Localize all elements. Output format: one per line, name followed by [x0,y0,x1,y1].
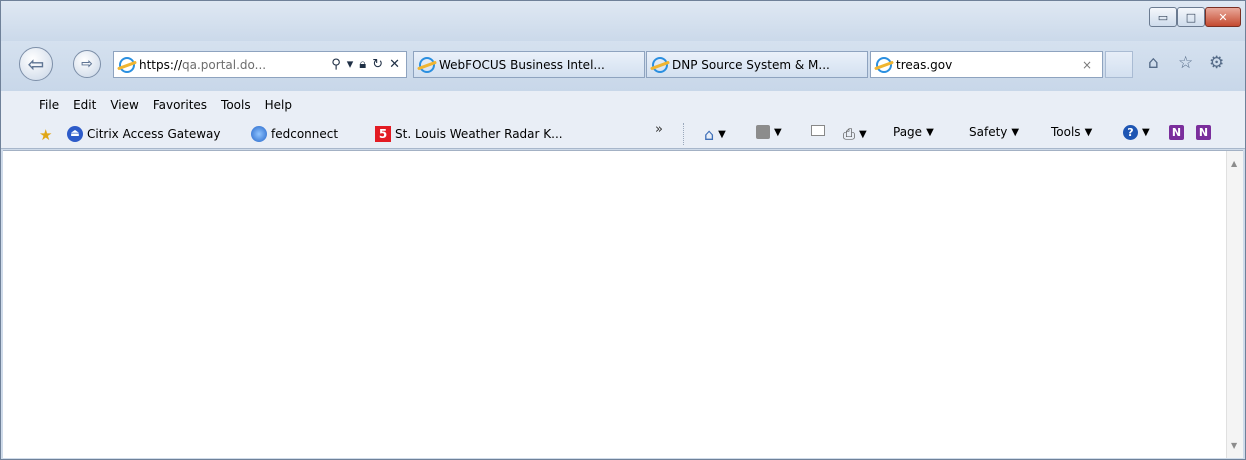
mail-icon [811,125,825,136]
favorites-overflow-button[interactable]: » [655,122,663,137]
menu-file[interactable]: File [39,98,59,112]
tab-dnp-source[interactable]: DNP Source System & M... [646,51,868,78]
arrow-left-icon: ⇦ [27,52,45,76]
lock-icon[interactable]: 🔒︎ [359,57,366,72]
feeds-dropdown[interactable]: ▼ [756,125,782,139]
menu-edit[interactable]: Edit [73,98,96,112]
favorite-citrix[interactable]: ⏏ Citrix Access Gateway [67,126,221,142]
tab-label: treas.gov [896,57,953,72]
home-icon: ⌂ [704,125,715,144]
refresh-icon[interactable]: ↻ [372,57,383,72]
ie-page-icon [652,56,668,73]
favorites-star-icon: ★ [39,126,53,144]
favorite-weather-radar[interactable]: 5 St. Louis Weather Radar K... [375,126,563,142]
help-dropdown[interactable]: ? ▼ [1123,125,1150,140]
onenote-send-button[interactable]: N [1169,125,1184,140]
favorites-bar: ★ ⏏ Citrix Access Gateway fedconnect 5 S… [1,119,1245,149]
navigation-bar: ⇦ ⇨ https://qa.portal.do... ⚲ ▾ 🔒︎ ↻ ✕ W… [1,41,1245,91]
dropdown-icon[interactable]: ▾ [347,57,354,72]
favorite-label: St. Louis Weather Radar K... [395,127,563,141]
chevron-down-icon: ▼ [718,129,726,140]
favorite-fedconnect[interactable]: fedconnect [251,126,338,142]
print-icon: ⎙ [843,125,856,143]
close-button[interactable]: ✕ [1205,7,1241,27]
toolbar-divider [683,123,684,145]
tools-menu[interactable]: Tools ▼ [1051,125,1092,139]
tools-menu-label: Tools [1051,125,1081,139]
menu-tools[interactable]: Tools [221,98,251,112]
tab-label: DNP Source System & M... [672,57,830,72]
read-mail-button[interactable] [811,125,825,136]
safety-menu[interactable]: Safety ▼ [969,125,1019,139]
chevron-down-icon: ▼ [774,126,782,138]
back-button[interactable]: ⇦ [19,47,53,81]
address-tools: ⚲ ▾ 🔒︎ ↻ ✕ [331,57,406,72]
ksdk-icon: 5 [375,126,391,142]
rss-icon [756,125,770,139]
chevron-down-icon: ▼ [1011,126,1020,138]
tab-webfocus[interactable]: WebFOCUS Business Intel... [413,51,645,78]
page-content[interactable]: ▲ ▼ [3,150,1243,458]
home-icon[interactable]: ⌂ [1148,53,1159,73]
minimize-button[interactable]: ▭ [1149,7,1177,27]
scroll-down-icon[interactable]: ▼ [1231,441,1237,450]
browser-window: ▭ □ ✕ ⇦ ⇨ https://qa.portal.do... ⚲ ▾ 🔒︎… [0,0,1246,460]
arrow-right-icon: ⇨ [81,56,93,72]
chevron-down-icon: ▼ [859,128,867,140]
ie-page-icon [876,56,892,73]
page-menu[interactable]: Page ▼ [893,125,934,139]
onenote-linked-icon: N [1196,125,1211,140]
menu-view[interactable]: View [110,98,138,112]
print-dropdown[interactable]: ⎙ ▼ [843,125,867,143]
address-bar[interactable]: https://qa.portal.do... ⚲ ▾ 🔒︎ ↻ ✕ [113,51,407,78]
fedconnect-icon [251,126,267,142]
address-url[interactable]: https://qa.portal.do... [139,58,266,72]
scroll-up-icon[interactable]: ▲ [1231,159,1237,168]
title-bar: ▭ □ ✕ [1,1,1245,41]
close-tab-icon[interactable]: × [1082,58,1092,72]
home-dropdown[interactable]: ⌂ ▼ [704,125,726,144]
menu-bar: File Edit View Favorites Tools Help [1,91,1245,119]
stop-icon[interactable]: ✕ [389,57,400,72]
new-tab-button[interactable] [1105,51,1133,78]
maximize-button[interactable]: □ [1177,7,1205,27]
gear-icon[interactable]: ⚙ [1209,53,1224,73]
menu-help[interactable]: Help [265,98,292,112]
search-icon[interactable]: ⚲ [331,57,341,72]
vertical-scrollbar[interactable]: ▲ ▼ [1226,151,1243,458]
onenote-linked-button[interactable]: N [1196,125,1211,140]
ie-page-icon [419,56,435,73]
favorites-button[interactable]: ★ [39,126,61,144]
favorite-label: fedconnect [271,127,339,141]
chevron-down-icon: ▼ [926,126,934,138]
ie-page-icon [119,56,135,73]
onenote-icon: N [1169,125,1184,140]
menu-favorites[interactable]: Favorites [153,98,207,112]
tab-treas-gov[interactable]: treas.gov × [870,51,1103,78]
tab-label: WebFOCUS Business Intel... [439,57,605,72]
safety-menu-label: Safety [969,125,1008,139]
help-icon: ? [1123,125,1138,140]
page-menu-label: Page [893,125,923,139]
star-icon[interactable]: ☆ [1178,53,1193,73]
forward-button[interactable]: ⇨ [73,50,101,78]
favorite-label: Citrix Access Gateway [87,127,221,141]
chevron-down-icon: ▼ [1142,127,1150,138]
chevron-down-icon: ▼ [1084,126,1093,138]
citrix-icon: ⏏ [67,126,83,142]
